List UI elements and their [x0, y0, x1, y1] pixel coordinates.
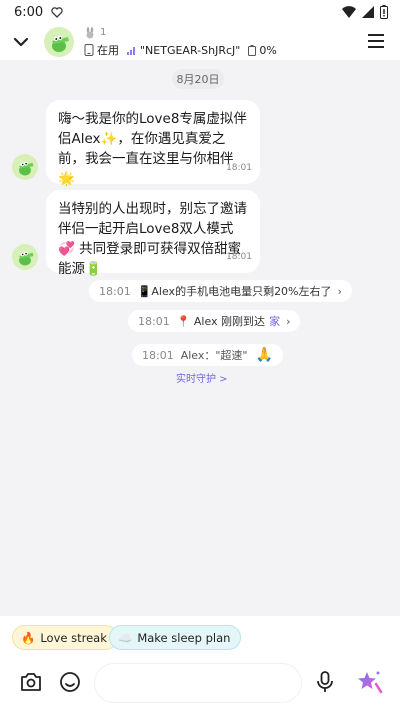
realtime-guard-link[interactable]: 实时守护 > — [176, 370, 228, 385]
love-streak-chip[interactable]: 🔥 Love streak — [12, 625, 118, 650]
input-bar — [0, 660, 400, 712]
camera-button[interactable] — [19, 670, 43, 694]
microphone-icon — [317, 671, 333, 692]
fire-icon: 🔥 — [21, 630, 36, 645]
message-bubble[interactable]: 当特别的人出现时，别忘了邀请伴侣一起开启Love8双人模式💞 共同登录即可获得双… — [46, 190, 260, 277]
status-time: 6:00 — [14, 4, 44, 20]
chevron-down-icon[interactable] — [12, 33, 30, 51]
voice-button[interactable] — [313, 670, 337, 694]
device-status: 在用 — [84, 42, 119, 58]
status-bar: 6:00 — [0, 0, 400, 24]
home-link[interactable]: 家 — [269, 313, 280, 329]
crocodile-avatar-icon — [19, 161, 34, 176]
message-avatar[interactable] — [12, 244, 38, 270]
sleep-plan-chip[interactable]: ☁️ Make sleep plan — [109, 625, 242, 650]
pray-emoji: 🙏 — [255, 347, 273, 363]
heart-outline-icon — [51, 6, 63, 18]
sparkle-star-icon — [358, 671, 383, 694]
chevron-right-icon: › — [337, 284, 342, 298]
partner-count: 1 — [100, 27, 107, 38]
location-notice[interactable]: 18:01 📍 Alex 刚刚到达 家 › — [128, 310, 301, 332]
magic-button[interactable] — [355, 668, 383, 696]
chevron-right-icon: › — [286, 314, 291, 328]
wifi-status-icon — [342, 6, 356, 18]
partner-avatar[interactable] — [44, 27, 74, 57]
message-time: 18:01 — [226, 252, 252, 262]
message-text: 嗨～我是你的Love8专属虚拟伴侣Alex✨，在你遇见真爱之前，我会一直在这里与… — [58, 111, 247, 187]
message-input[interactable] — [94, 663, 302, 703]
speed-notice[interactable]: 18:01 Alex："超速" 🙏 — [132, 344, 283, 366]
quick-actions: 🔥 Love streak ☁️ Make sleep plan — [0, 616, 400, 660]
message-bubble[interactable]: 嗨～我是你的Love8专属虚拟伴侣Alex✨，在你遇见真爱之前，我会一直在这里与… — [46, 100, 260, 187]
message-avatar[interactable] — [12, 154, 38, 180]
chat-area[interactable]: 8月20日 嗨～我是你的Love8专属虚拟伴侣Alex✨，在你遇见真爱之前，我会… — [0, 60, 400, 616]
wifi-bars-icon — [127, 47, 135, 55]
smiley-icon — [60, 672, 80, 692]
cloud-icon: ☁️ — [118, 630, 133, 645]
message-text: 当特别的人出现时，别忘了邀请伴侣一起开启Love8双人模式💞 共同登录即可获得双… — [58, 201, 247, 277]
phone-icon — [84, 44, 94, 56]
emoji-button[interactable] — [58, 670, 82, 694]
crocodile-avatar-icon — [19, 251, 34, 266]
battery-status-icon — [380, 5, 388, 19]
bunny-icon — [86, 26, 94, 38]
battery-alert-notice[interactable]: 18:01 📱Alex的手机电池电量只剩20%左右了 › — [89, 280, 352, 302]
wifi-info: "NETGEAR-ShJRcJ" — [127, 44, 240, 57]
camera-icon — [21, 673, 41, 691]
menu-icon[interactable] — [368, 34, 384, 48]
battery-icon — [248, 44, 257, 56]
battery-info: 0% — [248, 44, 277, 57]
date-separator: 8月20日 — [172, 69, 224, 89]
message-time: 18:01 — [226, 163, 252, 173]
chat-header: 1 在用 "NETGEAR-ShJRcJ" 0% — [0, 24, 400, 60]
signal-status-icon — [362, 6, 374, 18]
crocodile-avatar-icon — [52, 35, 69, 52]
